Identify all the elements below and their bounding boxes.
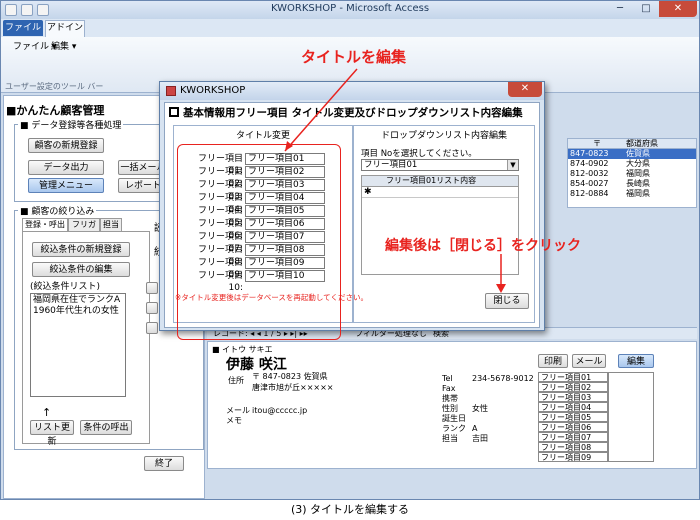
annotation-close-hint: 編集後は［閉じる］をクリック [385, 238, 581, 254]
arrow-line-title [284, 68, 358, 152]
access-window: KWORKSHOP - Microsoft Access ─ □ ✕ ファイル … [0, 0, 700, 500]
figure-caption: (3) タイトルを編集する [290, 503, 410, 516]
arrowhead-close [496, 284, 506, 293]
annotation-arrows [284, 68, 506, 293]
